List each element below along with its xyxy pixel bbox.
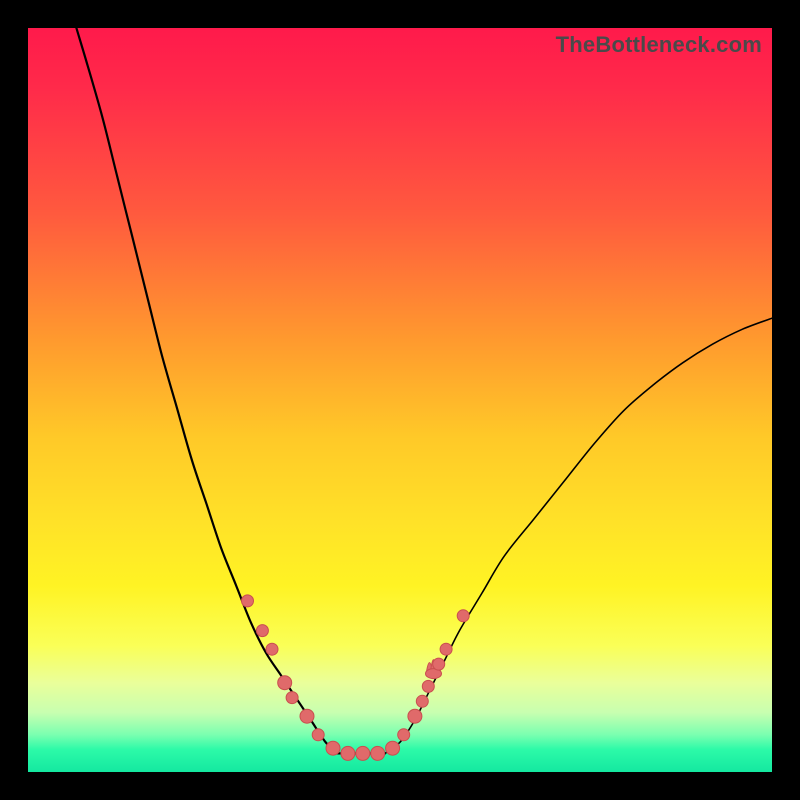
marker-dot [422,680,434,692]
marker-dot [312,729,324,741]
chart-svg [28,28,772,772]
marker-dot [416,695,428,707]
right-curve [385,318,772,753]
marker-dot [371,746,385,760]
marker-dot [266,643,278,655]
marker-dot [386,741,400,755]
outer-frame: TheBottleneck.com [0,0,800,800]
marker-dot [278,676,292,690]
marker-dot [356,746,370,760]
plot-area: TheBottleneck.com [28,28,772,772]
marker-dot [242,595,254,607]
marker-dot [457,610,469,622]
marker-dot [408,709,422,723]
marker-dot [398,729,410,741]
marker-dot [300,709,314,723]
marker-dot [341,746,355,760]
marker-dot [440,643,452,655]
marker-dot [433,658,445,670]
marker-dot [326,741,340,755]
marker-dot [256,625,268,637]
marker-dot [286,692,298,704]
left-curve [76,28,336,753]
